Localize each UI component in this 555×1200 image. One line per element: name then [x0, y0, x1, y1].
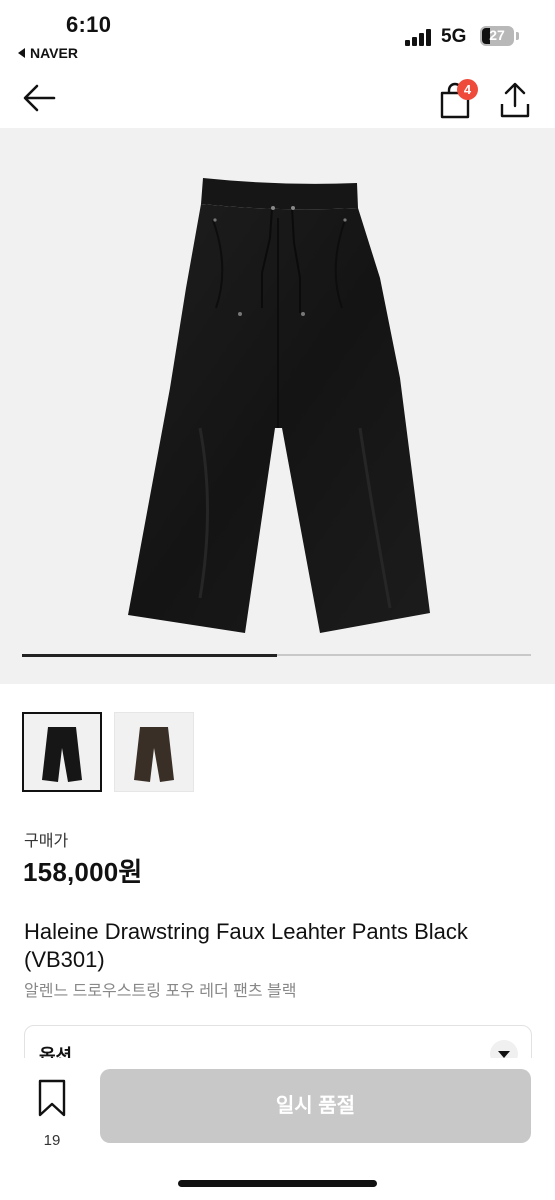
- product-title: Haleine Drawstring Faux Leahter Pants Bl…: [24, 919, 468, 972]
- battery-level: 27: [489, 27, 505, 43]
- share-button[interactable]: [496, 80, 536, 120]
- network-type: 5G: [441, 26, 467, 47]
- bookmark-icon: [38, 1079, 66, 1117]
- thumbnail-black-pants[interactable]: [22, 712, 102, 792]
- black-pants-thumbnail-image: [42, 727, 82, 782]
- back-app-label: NAVER: [30, 45, 78, 61]
- thumbnail-brown-pants[interactable]: [114, 712, 194, 792]
- status-bar: 6:10 NAVER 5G 27: [0, 0, 555, 70]
- bottom-action-bar: 19 일시 품절: [0, 1058, 555, 1200]
- product-price: 158,000원: [23, 857, 143, 887]
- cellular-signal-icon: [405, 28, 435, 46]
- battery-cap: [516, 32, 519, 40]
- price-label: 구매가: [24, 833, 69, 850]
- home-indicator[interactable]: [178, 1180, 377, 1187]
- gallery-progress-fill: [22, 653, 277, 657]
- back-arrow-icon: [23, 84, 56, 112]
- share-icon: [500, 82, 530, 118]
- gallery-progress-track: [22, 653, 531, 657]
- status-time: 6:10: [66, 12, 112, 37]
- cart-count-badge: 4: [457, 79, 478, 100]
- wishlist-count: 19: [43, 1132, 61, 1149]
- pants-product-image: [128, 178, 430, 633]
- battery-icon: 27: [480, 26, 514, 46]
- sold-out-button[interactable]: 일시 품절: [100, 1069, 531, 1143]
- back-button[interactable]: [20, 80, 60, 116]
- wishlist-button[interactable]: 19: [30, 1078, 74, 1149]
- product-subtitle: 알렌느 드로우스트링 포우 레더 팬츠 블랙: [24, 983, 297, 1000]
- back-to-app-link[interactable]: NAVER: [18, 45, 78, 61]
- product-image-gallery[interactable]: [0, 128, 555, 684]
- back-triangle-icon: [18, 48, 25, 58]
- brown-pants-thumbnail-image: [134, 727, 174, 782]
